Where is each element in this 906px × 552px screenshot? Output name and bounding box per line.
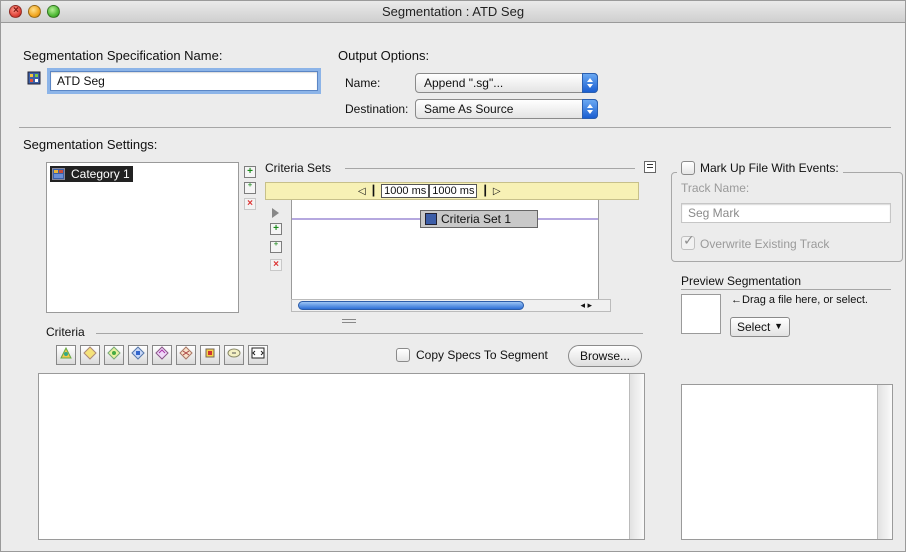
category-icon xyxy=(52,168,65,180)
destination-label: Destination: xyxy=(345,102,409,116)
criteria-set-icon xyxy=(425,213,437,225)
popup-arrows-icon xyxy=(582,99,598,119)
browse-button[interactable]: Browse... xyxy=(568,345,642,367)
copy-specs-label: Copy Specs To Segment xyxy=(416,348,548,362)
output-name-popup[interactable]: Append ".sg"... xyxy=(415,73,598,93)
criteria-tool-4-icon[interactable] xyxy=(128,345,148,365)
preview-drop-well[interactable] xyxy=(681,294,721,334)
spec-name-heading: Segmentation Specification Name: xyxy=(23,48,223,63)
title-bar: × Segmentation : ATD Seg xyxy=(1,1,905,23)
timeline-right-value: 1000 ms xyxy=(429,184,478,198)
arrow-left-icon: ← xyxy=(731,294,742,306)
criteria-sets-hscrollbar[interactable]: ◂ ▸ xyxy=(291,299,611,312)
overwrite-label: Overwrite Existing Track xyxy=(700,237,830,251)
output-name-label: Name: xyxy=(345,76,381,90)
preview-scrollbar[interactable] xyxy=(877,385,892,539)
criteria-tool-9-icon[interactable] xyxy=(248,345,268,365)
category-label: Category 1 xyxy=(71,167,130,181)
preview-heading: Preview Segmentation xyxy=(681,274,802,288)
chevron-down-icon: ▼ xyxy=(774,321,783,331)
preview-select-popup[interactable]: Select ▼ xyxy=(730,317,790,337)
preview-output[interactable] xyxy=(681,384,893,540)
criteria-editor[interactable] xyxy=(38,373,645,540)
copy-specs-checkbox[interactable] xyxy=(396,348,410,362)
criteria-tool-3-icon[interactable] xyxy=(104,345,124,365)
criteria-sets-panel[interactable]: Criteria Set 1 xyxy=(291,200,599,300)
segmentation-settings-heading: Segmentation Settings: xyxy=(23,137,158,152)
track-name-input[interactable]: Seg Mark xyxy=(681,203,891,223)
timeline-range[interactable]: ◁▕▏ 1000 ms 1000 ms ▕▏▷ xyxy=(358,184,501,198)
markup-label: Mark Up File With Events: xyxy=(700,161,839,175)
timeline-left-value: 1000 ms xyxy=(381,184,430,198)
expand-panel-icon[interactable] xyxy=(644,161,656,173)
output-name-value: Append ".sg"... xyxy=(424,76,504,90)
delete-icon: × xyxy=(247,198,253,209)
criteria-tool-7-icon[interactable] xyxy=(200,345,220,365)
category-item[interactable]: Category 1 xyxy=(50,166,133,182)
criteria-sets-label: Criteria Sets xyxy=(265,161,332,175)
add-category-button[interactable]: + xyxy=(244,166,256,178)
top-divider xyxy=(19,127,891,128)
duplicate-category-button[interactable]: ⁺ xyxy=(244,182,256,194)
popup-arrows-icon xyxy=(582,73,598,93)
spec-name-input[interactable]: ATD Seg xyxy=(50,71,318,91)
segmentation-window: × Segmentation : ATD Seg Segmentation Sp… xyxy=(0,0,906,552)
checkmark-icon: ✓ xyxy=(683,232,695,248)
splitter-grip-icon[interactable] xyxy=(342,319,356,323)
criteria-tool-8-icon[interactable] xyxy=(224,345,244,365)
delete-icon: × xyxy=(273,259,279,270)
plus-icon: + xyxy=(247,166,253,177)
criteria-tool-6-icon[interactable] xyxy=(176,345,196,365)
scroll-arrows-icon[interactable]: ◂ ▸ xyxy=(580,300,592,311)
add-criteria-set-button[interactable]: + xyxy=(270,223,282,235)
left-handle-icon[interactable]: ◁▕▏ xyxy=(358,186,381,197)
hscroll-thumb[interactable] xyxy=(298,301,524,310)
destination-value: Same As Source xyxy=(424,102,514,116)
criteria-sets-divider xyxy=(345,168,635,169)
criteria-heading: Criteria xyxy=(46,325,85,339)
preview-divider xyxy=(681,289,891,290)
criteria-tool-5-icon[interactable] xyxy=(152,345,172,365)
markup-checkbox[interactable] xyxy=(681,161,695,175)
output-options-heading: Output Options: xyxy=(338,48,430,63)
window-title: Segmentation : ATD Seg xyxy=(381,4,525,19)
right-handle-icon[interactable]: ▕▏▷ xyxy=(477,186,500,197)
category-list[interactable]: Category 1 xyxy=(46,162,239,313)
duplicate-icon: ⁺ xyxy=(273,241,279,252)
destination-popup[interactable]: Same As Source xyxy=(415,99,598,119)
delete-criteria-set-button[interactable]: × xyxy=(270,259,282,271)
track-name-label: Track Name: xyxy=(681,181,750,195)
duplicate-icon: ⁺ xyxy=(247,182,253,193)
play-icon[interactable] xyxy=(272,208,279,218)
criteria-tool-1-icon[interactable] xyxy=(56,345,76,365)
overwrite-checkbox[interactable]: ✓ xyxy=(681,232,695,250)
criteria-editor-scrollbar[interactable] xyxy=(629,374,644,539)
delete-category-button[interactable]: × xyxy=(244,198,256,210)
markup-header: Mark Up File With Events: xyxy=(677,161,843,175)
timeline-bar[interactable]: ◁▕▏ 1000 ms 1000 ms ▕▏▷ xyxy=(265,182,639,200)
plus-icon: + xyxy=(273,223,279,234)
spec-file-icon xyxy=(27,71,41,85)
criteria-divider xyxy=(96,333,643,334)
preview-select-label: Select xyxy=(737,320,771,334)
criteria-tool-2-icon[interactable] xyxy=(80,345,100,365)
criteria-set-label: Criteria Set 1 xyxy=(441,212,512,226)
criteria-set-item[interactable]: Criteria Set 1 xyxy=(420,210,538,228)
drag-hint: ←Drag a file here, or select. xyxy=(731,294,868,306)
duplicate-criteria-set-button[interactable]: ⁺ xyxy=(270,241,282,253)
